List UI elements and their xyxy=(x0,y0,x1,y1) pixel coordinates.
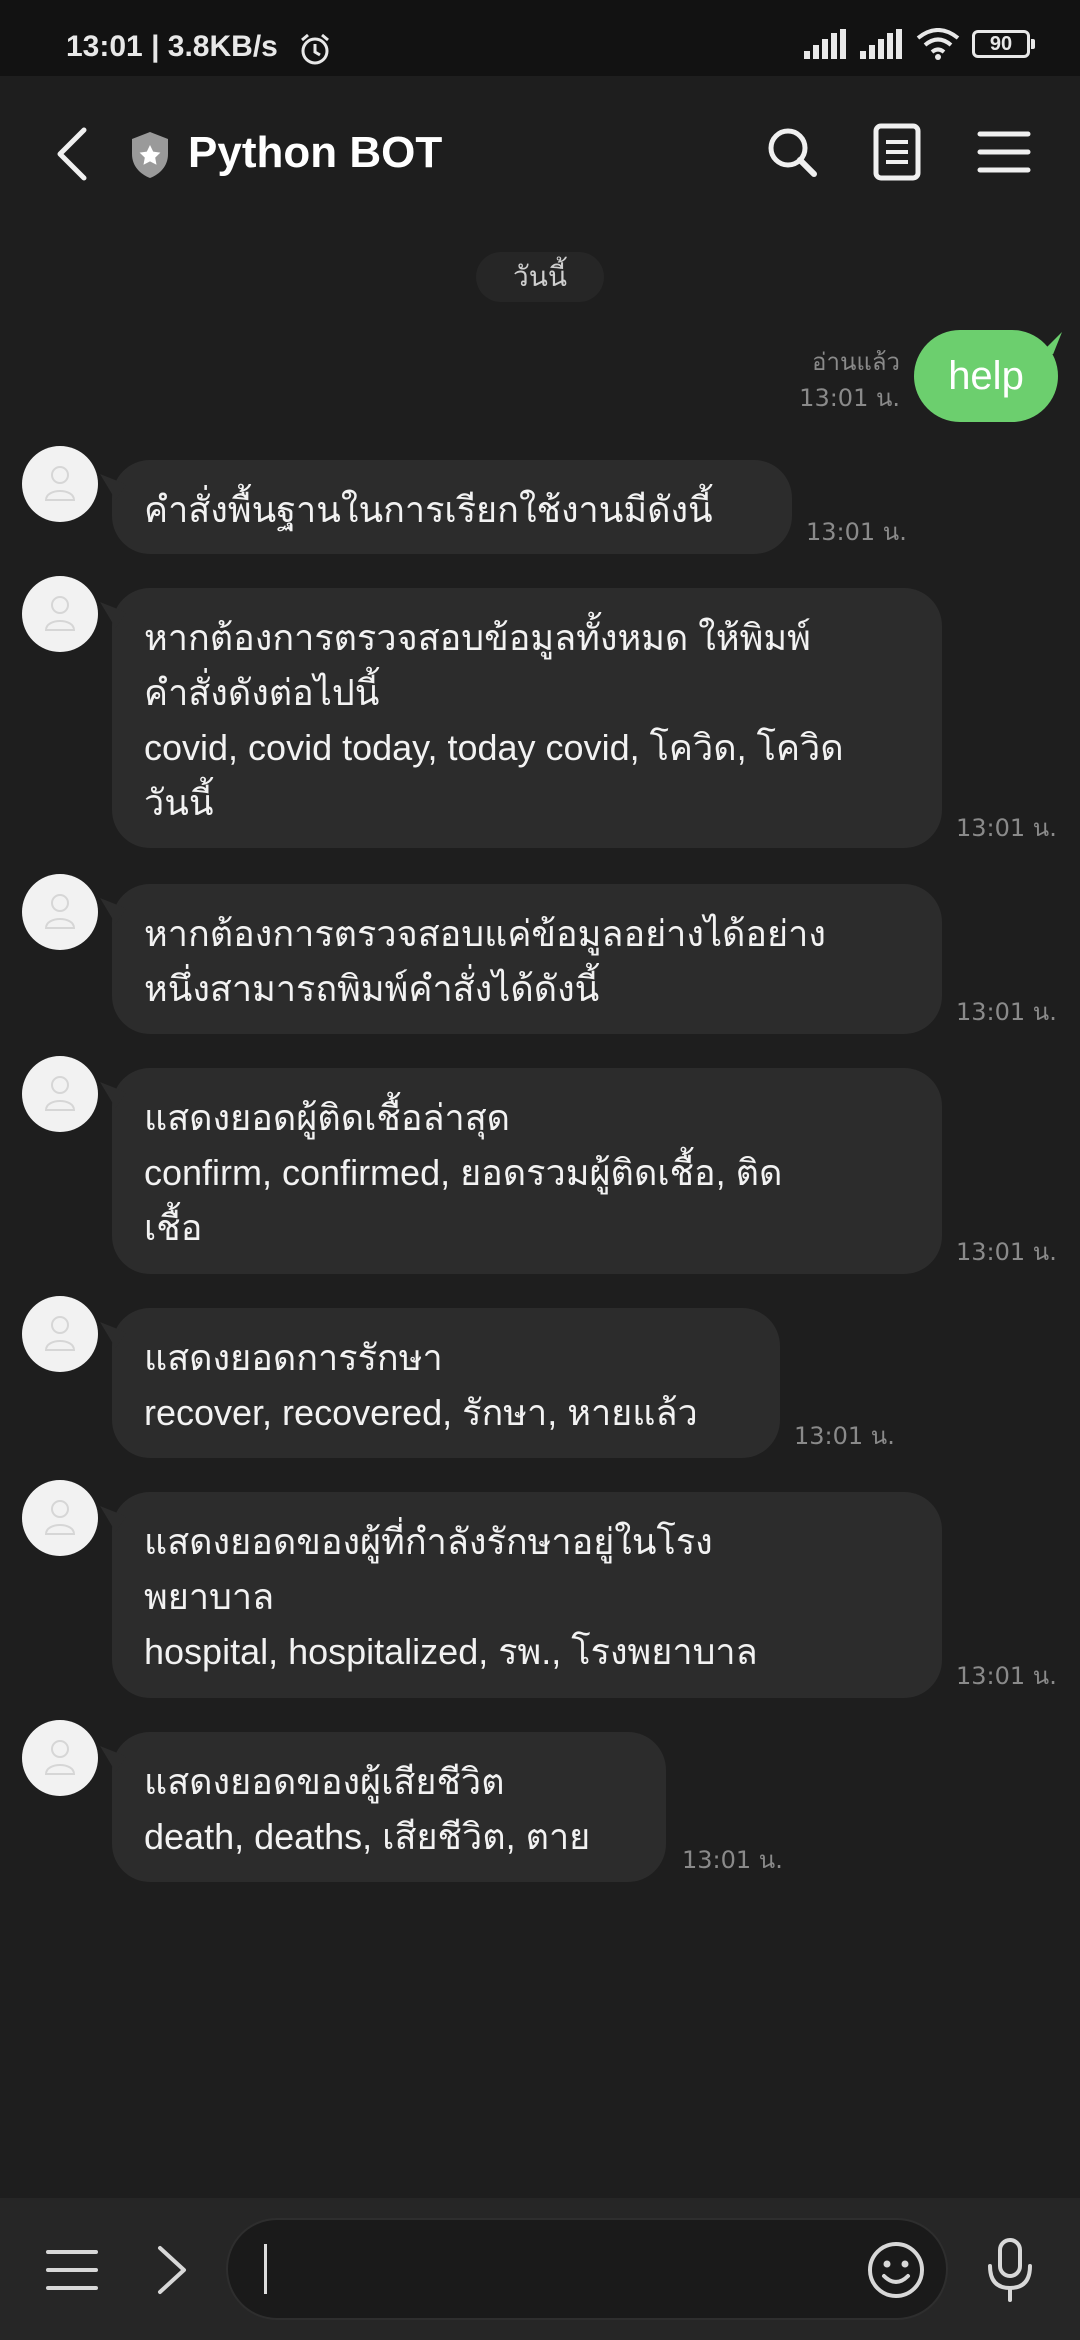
status-bar: 13:01 | 3.8KB/s 90 xyxy=(0,0,1080,76)
notes-icon[interactable] xyxy=(866,120,930,184)
message-time: 13:01 น. xyxy=(956,1662,1057,1690)
status-icons: 90 xyxy=(804,28,1035,60)
avatar[interactable] xyxy=(22,446,98,522)
menu-icon[interactable] xyxy=(44,2246,100,2294)
battery-icon: 90 xyxy=(972,30,1035,58)
message-time: 13:01 น. xyxy=(806,518,907,546)
chat-title: Python BOT xyxy=(188,128,443,177)
default-avatar-icon xyxy=(44,596,76,631)
chevron-right-icon[interactable] xyxy=(152,2242,192,2298)
avatar[interactable] xyxy=(22,874,98,950)
avatar[interactable] xyxy=(22,1296,98,1372)
avatar[interactable] xyxy=(22,1480,98,1556)
search-icon[interactable] xyxy=(760,120,824,184)
menu-icon[interactable] xyxy=(972,120,1036,184)
default-avatar-icon xyxy=(44,1316,76,1351)
read-receipt: อ่านแล้ว 13:01 น. xyxy=(799,344,900,416)
chat-header: Python BOT xyxy=(0,76,1080,234)
signal-icon xyxy=(860,29,902,59)
message-time: 13:01 น. xyxy=(956,998,1057,1026)
received-message-bubble[interactable]: คำสั่งพื้นฐานในการเรียกใช้งานมีดังนี้ xyxy=(112,460,792,554)
date-separator: วันนี้ xyxy=(476,252,604,302)
message-time: 13:01 น. xyxy=(956,814,1057,842)
message-time: 13:01 น. xyxy=(682,1846,783,1874)
read-status: อ่านแล้ว xyxy=(812,348,900,376)
message-time: 13:01 น. xyxy=(956,1238,1057,1266)
received-message-bubble[interactable]: หากต้องการตรวจสอบข้อมูลทั้งหมด ให้พิมพ์ … xyxy=(112,588,942,848)
wifi-icon xyxy=(916,28,960,60)
avatar[interactable] xyxy=(22,576,98,652)
back-icon[interactable] xyxy=(48,124,98,184)
emoji-icon[interactable] xyxy=(866,2240,926,2300)
avatar[interactable] xyxy=(22,1056,98,1132)
message-input-bar xyxy=(0,2198,1080,2340)
default-avatar-icon xyxy=(44,1076,76,1111)
default-avatar-icon xyxy=(44,1740,76,1775)
default-avatar-icon xyxy=(44,1500,76,1535)
message-input[interactable] xyxy=(226,2218,948,2320)
received-message-bubble[interactable]: แสดงยอดผู้ติดเชื้อล่าสุด confirm, confir… xyxy=(112,1068,942,1274)
sent-time: 13:01 น. xyxy=(799,384,900,412)
signal-icon xyxy=(804,29,846,59)
text-cursor xyxy=(264,2244,267,2294)
default-avatar-icon xyxy=(44,466,76,501)
received-message-bubble[interactable]: แสดงยอดการรักษา recover, recovered, รักษ… xyxy=(112,1308,780,1458)
status-time: 13:01 | 3.8KB/s xyxy=(66,30,278,63)
received-message-bubble[interactable]: แสดงยอดของผู้ที่กำลังรักษาอยู่ในโรง พยาบ… xyxy=(112,1492,942,1698)
alarm-icon xyxy=(301,33,329,65)
shield-star-icon xyxy=(132,132,168,178)
received-message-bubble[interactable]: แสดงยอดของผู้เสียชีวิต death, deaths, เส… xyxy=(112,1732,666,1882)
sent-message-bubble[interactable]: help xyxy=(914,330,1058,422)
message-time: 13:01 น. xyxy=(794,1422,895,1450)
received-message-bubble[interactable]: หากต้องการตรวจสอบแค่ข้อมูลอย่างได้อย่าง … xyxy=(112,884,942,1034)
microphone-icon[interactable] xyxy=(980,2236,1040,2306)
default-avatar-icon xyxy=(44,894,76,929)
avatar[interactable] xyxy=(22,1720,98,1796)
